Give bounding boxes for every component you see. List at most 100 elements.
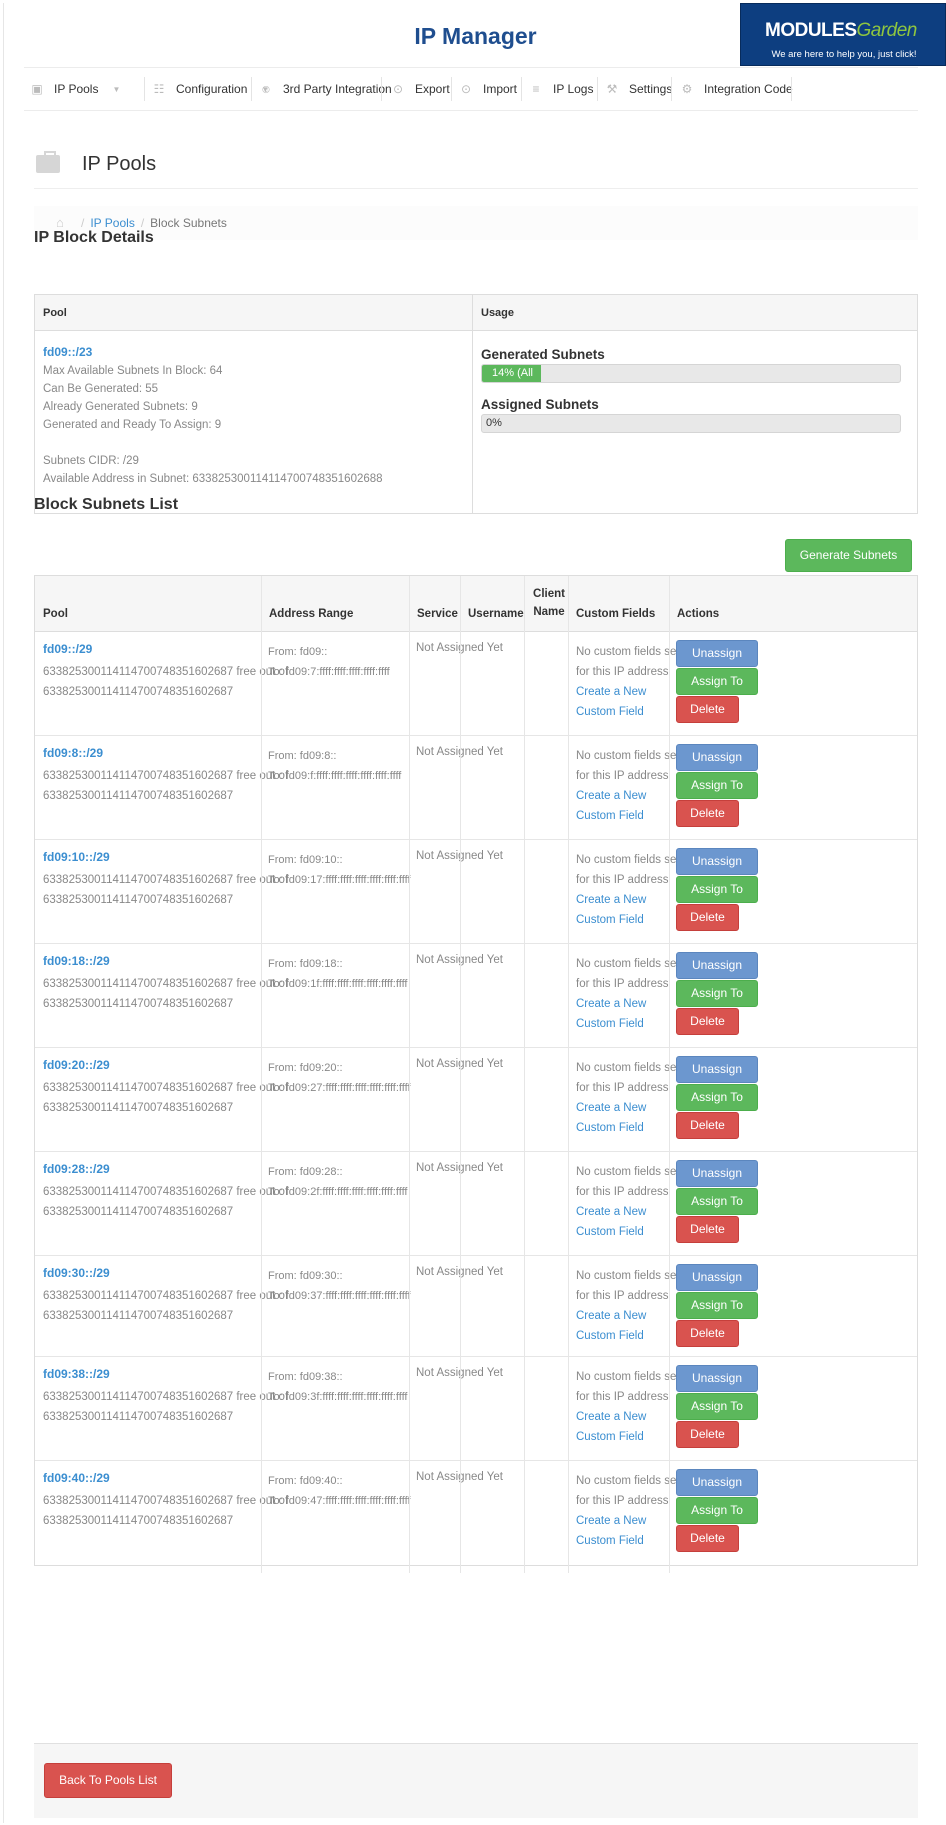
create-custom-field-link[interactable]: Create a New Custom Field (576, 1407, 681, 1447)
max-subnets-text: Max Available Subnets In Block: 64 (43, 365, 223, 377)
subnet-pool-link[interactable]: fd09:20::/29 (43, 1058, 110, 1072)
unassign-button[interactable]: Unassign (676, 1469, 758, 1496)
assign-to-button[interactable]: Assign To (676, 1292, 758, 1319)
brand-wordmark: MODULESGarden (765, 20, 917, 42)
custom-fields-empty-text: No custom fields set for this IP address (576, 854, 680, 886)
custom-fields-cell: No custom fields set for this IP address… (576, 1058, 681, 1138)
grid-icon: ☷ (153, 82, 165, 96)
gears-icon: ⚙ (681, 82, 693, 96)
subnet-free-text: 633825300114114700748351602687 free out … (43, 1391, 289, 1423)
custom-fields-cell: No custom fields set for this IP address… (576, 642, 681, 722)
range-from: From: fd09:10:: (268, 854, 343, 866)
nav-divider (521, 77, 522, 101)
create-custom-field-link[interactable]: Create a New Custom Field (576, 1511, 681, 1551)
nav-item-import[interactable]: ⊙ Import (459, 68, 517, 110)
delete-button[interactable]: Delete (676, 1421, 739, 1448)
col-username-label: Username (468, 608, 524, 620)
nav-divider (144, 77, 145, 101)
assign-to-button[interactable]: Assign To (676, 876, 758, 903)
subnet-pool-link[interactable]: fd09:18::/29 (43, 954, 110, 968)
unassign-button[interactable]: Unassign (676, 1056, 758, 1083)
unassign-button[interactable]: Unassign (676, 848, 758, 875)
subnet-pool-link[interactable]: fd09:38::/29 (43, 1367, 110, 1381)
col-address-range-label: Address Range (269, 608, 354, 620)
brand-logo[interactable]: MODULESGarden We are here to help you, j… (740, 3, 946, 66)
assign-to-button[interactable]: Assign To (676, 1188, 758, 1215)
create-custom-field-link[interactable]: Create a New Custom Field (576, 1202, 681, 1242)
breadcrumb-current: Block Subnets (150, 216, 227, 230)
unassign-button[interactable]: Unassign (676, 1160, 758, 1187)
unassign-button[interactable]: Unassign (676, 1365, 758, 1392)
delete-button[interactable]: Delete (676, 696, 739, 723)
nav-item-settings[interactable]: ⚒ Settings (605, 68, 673, 110)
nav-item-3rd-party-integration[interactable]: ☺ 3rd Party Integration (259, 68, 392, 110)
create-custom-field-link[interactable]: Create a New Custom Field (576, 994, 681, 1034)
delete-button[interactable]: Delete (676, 904, 739, 931)
column-divider (669, 576, 670, 1573)
home-icon[interactable]: ⌂ (56, 216, 69, 229)
breadcrumb-separator: / (140, 216, 145, 230)
export-icon: ⊙ (392, 82, 404, 96)
range-from: From: fd09:: (268, 646, 328, 658)
unassign-button[interactable]: Unassign (676, 744, 758, 771)
create-custom-field-link[interactable]: Create a New Custom Field (576, 890, 681, 930)
delete-button[interactable]: Delete (676, 1320, 739, 1347)
assign-to-button[interactable]: Assign To (676, 772, 758, 799)
brand-wordmark-left: MODULES (765, 20, 857, 41)
create-custom-field-link[interactable]: Create a New Custom Field (576, 682, 681, 722)
delete-button[interactable]: Delete (676, 1525, 739, 1552)
custom-fields-cell: No custom fields set for this IP address… (576, 850, 681, 930)
custom-fields-cell: No custom fields set for this IP address… (576, 1367, 681, 1447)
breadcrumb-link-ip-pools[interactable]: IP Pools (90, 216, 134, 230)
subnet-pool-link[interactable]: fd09:30::/29 (43, 1266, 110, 1280)
page-heading: IP Pools (34, 149, 918, 189)
create-custom-field-link[interactable]: Create a New Custom Field (576, 786, 681, 826)
details-col-pool: Pool (43, 307, 67, 319)
unassign-button[interactable]: Unassign (676, 952, 758, 979)
nav-item-label: Settings (629, 82, 673, 96)
assign-to-button[interactable]: Assign To (676, 1393, 758, 1420)
nav-item-label: Export (415, 82, 450, 96)
delete-button[interactable]: Delete (676, 800, 739, 827)
col-custom-fields-label: Custom Fields (576, 608, 656, 620)
table-row: fd09:10::/29 6338253001141147007483516026… (35, 840, 917, 944)
nav-item-ip-pools[interactable]: ▣ IP Pools ▼ (30, 68, 120, 110)
unassign-button[interactable]: Unassign (676, 640, 758, 667)
nav-item-export[interactable]: ⊙ Export (391, 68, 450, 110)
nav-item-integration-code[interactable]: ⚙ Integration Code (680, 68, 793, 110)
nav-item-label: Integration Code (704, 82, 793, 96)
nav-item-ip-logs[interactable]: ≡ IP Logs (529, 68, 593, 110)
unassign-button[interactable]: Unassign (676, 1264, 758, 1291)
create-custom-field-link[interactable]: Create a New Custom Field (576, 1306, 681, 1346)
nav-item-label: IP Logs (553, 82, 594, 96)
block-pool-link[interactable]: fd09::/23 (43, 345, 92, 359)
table-row: fd09:30::/29 6338253001141147007483516026… (35, 1256, 917, 1357)
assign-to-button[interactable]: Assign To (676, 1084, 758, 1111)
range-from: From: fd09:30:: (268, 1270, 343, 1282)
subnet-pool-link[interactable]: fd09::/29 (43, 642, 92, 656)
subnet-free-text: 633825300114114700748351602687 free out … (43, 1082, 289, 1114)
range-to: To: fd09:47:ffff:ffff:ffff:ffff:ffff:fff… (268, 1495, 411, 1507)
delete-button[interactable]: Delete (676, 1008, 739, 1035)
assigned-subnets-title: Assigned Subnets (481, 397, 599, 412)
assign-to-button[interactable]: Assign To (676, 980, 758, 1007)
create-custom-field-link[interactable]: Create a New Custom Field (576, 1098, 681, 1138)
assign-to-button[interactable]: Assign To (676, 1497, 758, 1524)
subnet-pool-link[interactable]: fd09:10::/29 (43, 850, 110, 864)
subnet-free-text: 633825300114114700748351602687 free out … (43, 1186, 289, 1218)
subnet-pool-link[interactable]: fd09:28::/29 (43, 1162, 110, 1176)
delete-button[interactable]: Delete (676, 1216, 739, 1243)
footer-bar: Back To Pools List (34, 1743, 918, 1818)
assign-to-button[interactable]: Assign To (676, 668, 758, 695)
nav-divider (791, 77, 792, 101)
delete-button[interactable]: Delete (676, 1112, 739, 1139)
subnet-pool-link[interactable]: fd09:8::/29 (43, 746, 103, 760)
address-range: From: fd09:38:: To: fd09:3f:ffff:ffff:fff… (268, 1367, 407, 1407)
back-to-pools-button[interactable]: Back To Pools List (44, 1763, 172, 1798)
subnet-free-text: 633825300114114700748351602687 free out … (43, 770, 289, 802)
available-address-text: Available Address in Subnet: 63382530011… (43, 473, 383, 485)
col-client-name: Client Name (524, 576, 568, 631)
subnet-pool-link[interactable]: fd09:40::/29 (43, 1471, 110, 1485)
generate-subnets-button[interactable]: Generate Subnets (785, 539, 912, 572)
range-from: From: fd09:18:: (268, 958, 343, 970)
